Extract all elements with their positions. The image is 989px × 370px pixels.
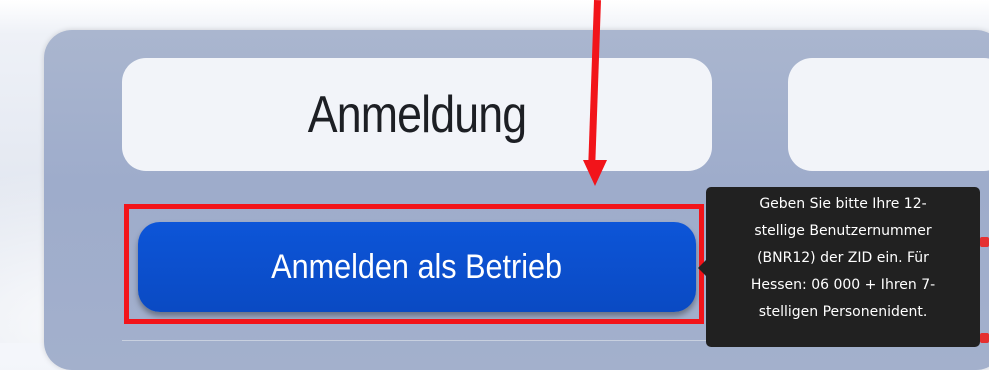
- login-as-business-button[interactable]: Anmelden als Betrieb: [138, 222, 696, 312]
- secondary-card: [788, 58, 989, 171]
- edge-mark: [980, 237, 989, 247]
- title-card: Anmeldung: [122, 58, 712, 171]
- tooltip-line: Hessen: 06 000 + Ihren 7-: [750, 277, 936, 293]
- tooltip-line: stellige Benutzernummer: [754, 223, 932, 239]
- tooltip-line: stelligen Personenident.: [758, 304, 928, 320]
- login-button-label: Anmelden als Betrieb: [271, 247, 563, 286]
- tooltip: Geben Sie bitte Ihre 12- stellige Benutz…: [706, 187, 980, 347]
- tooltip-pointer: [698, 260, 706, 276]
- divider: [122, 340, 712, 341]
- arrow-head: [583, 160, 607, 186]
- edge-mark: [980, 333, 989, 343]
- page-title: Anmeldung: [307, 85, 527, 144]
- tooltip-line: Geben Sie bitte Ihre 12-: [759, 196, 927, 212]
- tooltip-line: (BNR12) der ZID ein. Für: [757, 250, 929, 266]
